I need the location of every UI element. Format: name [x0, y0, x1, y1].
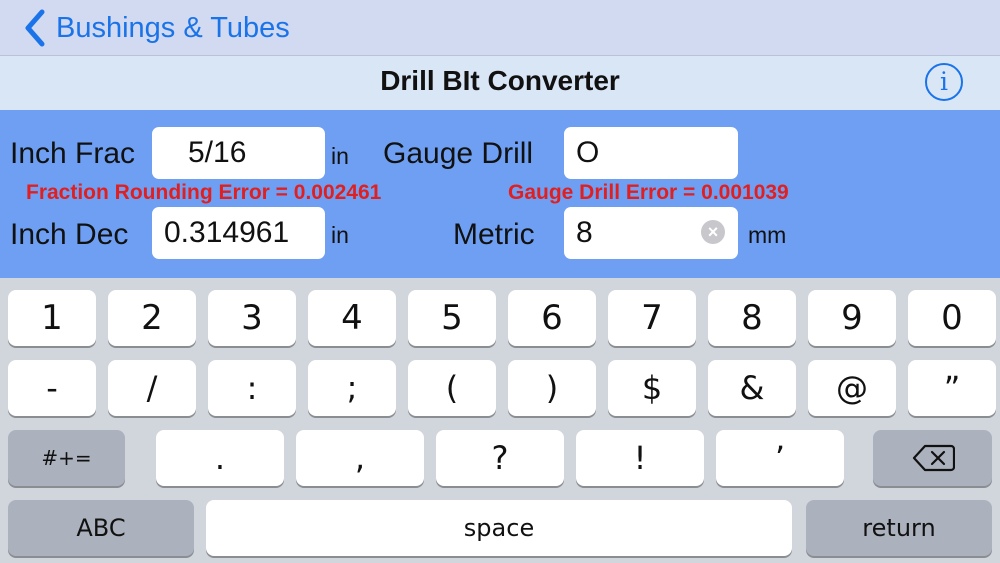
key-symbol-4[interactable]: (: [408, 360, 496, 416]
key-symbol-5[interactable]: ): [508, 360, 596, 416]
punctuation-key-1[interactable]: ,: [296, 430, 424, 486]
abc-key[interactable]: ABC: [8, 500, 194, 556]
gauge-drill-label: Gauge Drill: [383, 137, 534, 170]
chevron-left-icon: [25, 9, 45, 47]
key-symbol-9[interactable]: ”: [908, 360, 996, 416]
info-icon[interactable]: i: [925, 63, 963, 101]
backspace-key[interactable]: [873, 430, 992, 486]
key-symbol-9-label: ”: [943, 369, 961, 407]
punctuation-key-2[interactable]: ?: [436, 430, 564, 486]
key-9-label: 0: [941, 298, 963, 338]
key-symbol-6-label: $: [641, 369, 663, 407]
clear-icon[interactable]: ×: [701, 220, 725, 244]
backspace-icon: [912, 444, 955, 472]
key-symbol-0-label: -: [46, 369, 58, 407]
punctuation-key-3-label: !: [633, 439, 647, 477]
key-symbol-2-label: :: [246, 369, 258, 407]
punctuation-key-0-label: .: [214, 439, 226, 477]
punctuation-key-1-label: ,: [354, 439, 366, 477]
return-key[interactable]: return: [806, 500, 992, 556]
back-label: Bushings & Tubes: [56, 11, 290, 44]
key-symbol-7-label: &: [739, 369, 765, 407]
key-symbol-1-label: /: [146, 369, 158, 407]
keyboard: ABC space return 1 2 3 4 5 6 7 8 9 0 - /:; () $ & @ ” #+=…: [0, 278, 1000, 563]
key-symbol-0[interactable]: -: [8, 360, 96, 416]
key-symbol-5-label: ): [545, 369, 559, 407]
key-9[interactable]: 0: [908, 290, 996, 346]
key-symbol-2[interactable]: :: [208, 360, 296, 416]
key-symbol-4-label: (: [445, 369, 459, 407]
space-key[interactable]: space: [206, 500, 792, 556]
inch-dec-label: Inch Dec: [10, 218, 129, 251]
inch-frac-label: Inch Frac: [10, 137, 136, 170]
key-symbol-7[interactable]: &: [708, 360, 796, 416]
key-symbol-8-label: @: [836, 369, 868, 407]
key-symbol-3-label: ;: [346, 369, 358, 407]
inch-dec-field[interactable]: 0.314961: [152, 207, 325, 259]
key-6-label: 7: [641, 298, 663, 338]
key-5-label: 6: [541, 298, 563, 338]
key-8-label: 9: [841, 298, 863, 338]
key-2-label: 3: [241, 298, 263, 338]
key-0[interactable]: 1: [8, 290, 96, 346]
back-button[interactable]: Bushings & Tubes: [22, 6, 290, 50]
metric-label: Metric: [453, 218, 535, 251]
key-6[interactable]: 7: [608, 290, 696, 346]
return-key-label: return: [862, 514, 936, 542]
more-symbols-key-label: #+=: [41, 446, 92, 470]
key-3[interactable]: 4: [308, 290, 396, 346]
key-8[interactable]: 9: [808, 290, 896, 346]
page-title: Drill BIt Converter: [380, 65, 620, 96]
metric-unit: mm: [748, 222, 787, 248]
punctuation-key-4[interactable]: ’: [716, 430, 844, 486]
navigation-bar: Bushings & Tubes: [0, 0, 1000, 56]
punctuation-key-4-label: ’: [774, 439, 786, 477]
key-0-label: 1: [41, 298, 63, 338]
key-7-label: 8: [741, 298, 763, 338]
punctuation-key-2-label: ?: [491, 439, 509, 477]
key-1[interactable]: 2: [108, 290, 196, 346]
key-5[interactable]: 6: [508, 290, 596, 346]
punctuation-key-3[interactable]: !: [576, 430, 704, 486]
key-symbol-6[interactable]: $: [608, 360, 696, 416]
key-4[interactable]: 5: [408, 290, 496, 346]
key-3-label: 4: [341, 298, 363, 338]
fraction-rounding-error: Fraction Rounding Error = 0.002461: [26, 181, 382, 204]
key-1-label: 2: [141, 298, 163, 338]
key-7[interactable]: 8: [708, 290, 796, 346]
key-symbol-8[interactable]: @: [808, 360, 896, 416]
key-4-label: 5: [441, 298, 463, 338]
inch-frac-unit: in: [331, 143, 349, 169]
gauge-drill-error: Gauge Drill Error = 0.001039: [508, 181, 789, 204]
more-symbols-key[interactable]: #+=: [8, 430, 125, 486]
inch-dec-unit: in: [331, 222, 349, 248]
title-bar: Drill BIt Converter: [0, 56, 1000, 110]
key-2[interactable]: 3: [208, 290, 296, 346]
punctuation-key-0[interactable]: .: [156, 430, 284, 486]
abc-key-label: ABC: [76, 514, 126, 542]
inch-frac-field[interactable]: 5/16: [152, 127, 325, 179]
gauge-drill-field[interactable]: O: [564, 127, 738, 179]
space-key-label: space: [463, 514, 535, 542]
key-symbol-3[interactable]: ;: [308, 360, 396, 416]
key-symbol-1[interactable]: /: [108, 360, 196, 416]
